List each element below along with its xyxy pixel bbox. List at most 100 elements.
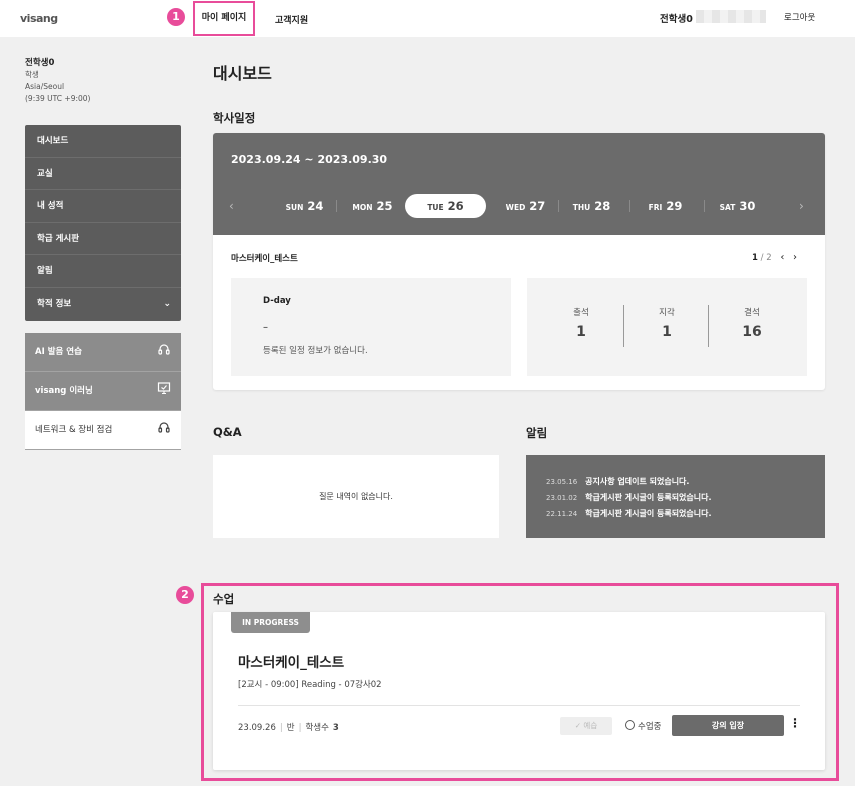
profile-name: 전학생0 xyxy=(25,58,55,68)
notice-item[interactable]: 23.05.16 공지사항 업데이트 되었습니다. xyxy=(546,474,825,490)
qa-title: Q&A xyxy=(213,425,242,439)
class-section: 반 xyxy=(286,723,295,733)
day-tue-selected[interactable]: TUE 26 xyxy=(405,194,486,218)
sidebar-item-label: 학적 정보 xyxy=(37,298,72,309)
class-schedule-info: [2교시 - 09:00] Reading - 07강사02 xyxy=(238,680,382,690)
week-header: 2023.09.24 ~ 2023.09.30 ‹ › SUN 24 MON 25 … xyxy=(213,133,825,235)
day-thu[interactable]: THU 28 xyxy=(551,194,632,218)
attendance-divider xyxy=(623,305,624,347)
attendance-value: 16 xyxy=(742,324,762,340)
sidebar-link-visang-elearning[interactable]: visang 이러닝 xyxy=(25,372,181,411)
notice-text: 학급게시판 게시글이 등록되었습니다. xyxy=(585,509,712,518)
top-bar: visang 1 마이 페이지 고객지원 전학생0 로그아웃 xyxy=(0,0,855,37)
notices-title: 알림 xyxy=(526,426,548,440)
callout-badge-2: 2 xyxy=(176,586,194,604)
sidebar-link-label: AI 발음 연습 xyxy=(35,347,82,357)
class-meta: 23.09.26 | 반 | 학생수 3 xyxy=(238,721,339,733)
notice-text: 공지사항 업데이트 되었습니다. xyxy=(585,477,690,486)
sidebar-external-links: AI 발음 연습 visang 이러닝 네트워크 & 장비 점검 xyxy=(25,333,181,450)
sidebar-item-grades[interactable]: 내 성적 xyxy=(25,190,181,223)
sidebar-link-label: visang 이러닝 xyxy=(35,386,93,396)
schedule-course-name: 마스터케이_테스트 xyxy=(231,254,298,264)
pager-prev-icon[interactable]: ‹ xyxy=(780,252,784,263)
qa-empty-message: 질문 내역이 없습니다. xyxy=(319,492,393,501)
day-date: 27 xyxy=(529,199,546,213)
preview-button[interactable]: ✓ 예습 xyxy=(560,717,612,735)
class-divider xyxy=(238,705,800,706)
meta-separator: | xyxy=(279,723,283,733)
sidebar-link-label: 네트워크 & 장비 점검 xyxy=(35,425,113,435)
pager-total: / 2 xyxy=(760,253,772,263)
attendance-value: 1 xyxy=(576,324,586,340)
students-count: 3 xyxy=(332,723,339,733)
sidebar-link-network-check[interactable]: 네트워크 & 장비 점검 xyxy=(25,411,181,450)
schedule-pager: 1 / 2 ‹ › xyxy=(752,252,797,263)
schedule-title: 학사일정 xyxy=(213,111,256,125)
notice-date: 22.11.24 xyxy=(546,510,578,518)
more-options-icon[interactable]: ⋮ xyxy=(789,716,801,730)
notice-text: 학급게시판 게시글이 등록되었습니다. xyxy=(585,493,712,502)
prev-week-icon[interactable]: ‹ xyxy=(229,199,234,213)
notice-item[interactable]: 23.01.02 학급게시판 게시글이 등록되었습니다. xyxy=(546,490,825,506)
attendance-label: 결석 xyxy=(744,308,760,318)
attendance-absent: 결석 16 xyxy=(712,306,792,340)
day-name: THU xyxy=(572,203,591,212)
attendance-late: 지각 1 xyxy=(627,306,707,340)
notice-date: 23.05.16 xyxy=(546,478,578,486)
day-date: 26 xyxy=(447,199,464,213)
classes-title: 수업 xyxy=(213,592,235,606)
nav-my-page[interactable]: 마이 페이지 xyxy=(193,1,255,36)
next-week-icon[interactable]: › xyxy=(799,199,804,213)
redacted-user-info xyxy=(696,10,766,23)
day-date: 30 xyxy=(739,199,756,213)
notices-panel: 23.05.16 공지사항 업데이트 되었습니다. 23.01.02 학급게시판 게… xyxy=(526,455,825,538)
day-date: 25 xyxy=(376,199,393,213)
schedule-card: 2023.09.24 ~ 2023.09.30 ‹ › SUN 24 MON 25 … xyxy=(213,133,825,390)
sidebar-link-ai-pronunciation[interactable]: AI 발음 연습 xyxy=(25,333,181,372)
day-mon[interactable]: MON 25 xyxy=(332,194,413,218)
dday-label: D-day xyxy=(263,296,291,306)
profile-time: (9:39 UTC +9:00) xyxy=(25,94,91,103)
headset-icon xyxy=(157,333,171,372)
day-sat[interactable]: SAT 30 xyxy=(697,194,778,218)
class-card: IN PROGRESS 마스터케이_테스트 [2교시 - 09:00] Read… xyxy=(213,612,825,770)
attendance-label: 출석 xyxy=(573,308,589,318)
dday-empty-message: 등록된 일정 정보가 없습니다. xyxy=(263,346,368,356)
day-name: SAT xyxy=(719,203,736,212)
sidebar-item-dashboard[interactable]: 대시보드 xyxy=(25,125,181,158)
attendance-value: 1 xyxy=(662,324,672,340)
monitor-icon xyxy=(157,372,171,411)
enter-lecture-button[interactable]: 강의 입장 xyxy=(672,715,784,736)
profile-info: 전학생0 학생 Asia/Seoul (9:39 UTC +9:00) xyxy=(25,57,90,105)
pager-current: 1 xyxy=(752,253,758,263)
sidebar-item-classroom[interactable]: 교실 xyxy=(25,158,181,191)
logout-link[interactable]: 로그아웃 xyxy=(784,11,815,23)
week-range: 2023.09.24 ~ 2023.09.30 xyxy=(231,153,388,166)
day-name: MON xyxy=(352,203,373,212)
day-name: SUN xyxy=(285,203,304,212)
attendance-panel: 출석 1 지각 1 결석 16 xyxy=(527,278,807,376)
class-status: 수업중 xyxy=(625,720,661,732)
visang-logo[interactable]: visang xyxy=(20,12,58,25)
day-date: 24 xyxy=(307,199,324,213)
attendance-label: 지각 xyxy=(659,308,675,318)
sidebar-item-class-board[interactable]: 학급 게시판 xyxy=(25,223,181,256)
page-title: 대시보드 xyxy=(213,64,272,83)
day-name: FRI xyxy=(648,203,663,212)
chevron-down-icon: ⌄ xyxy=(163,298,171,309)
sidebar-menu: 대시보드 교실 내 성적 학급 게시판 알림 학적 정보 ⌄ xyxy=(25,125,181,321)
attendance-divider xyxy=(708,305,709,347)
sidebar-item-notifications[interactable]: 알림 xyxy=(25,255,181,288)
callout-badge-1: 1 xyxy=(167,8,185,26)
profile-role: 학생 xyxy=(25,70,39,79)
sidebar-item-academic-info[interactable]: 학적 정보 ⌄ xyxy=(25,288,181,321)
class-name: 마스터케이_테스트 xyxy=(238,655,345,671)
nav-customer-support[interactable]: 고객지원 xyxy=(275,13,308,26)
notice-date: 23.01.02 xyxy=(546,494,578,502)
day-fri[interactable]: FRI 29 xyxy=(625,194,706,218)
clock-icon xyxy=(625,720,635,730)
pager-next-icon[interactable]: › xyxy=(793,252,797,263)
notice-item[interactable]: 22.11.24 학급게시판 게시글이 등록되었습니다. xyxy=(546,506,825,522)
day-date: 28 xyxy=(594,199,611,213)
profile-timezone: Asia/Seoul xyxy=(25,82,65,91)
